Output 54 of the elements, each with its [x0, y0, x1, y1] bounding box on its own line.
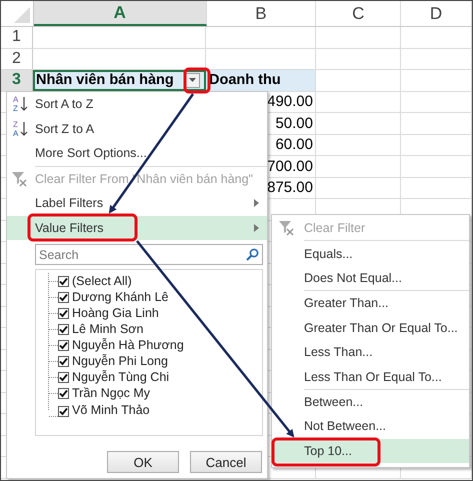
row-header[interactable]: 1: [1, 27, 33, 48]
menu-item[interactable]: Greater Than Or Equal To...: [272, 316, 469, 340]
menu-item[interactable]: Between...: [272, 390, 469, 414]
checkbox[interactable]: [58, 388, 69, 398]
table-cell-text: 700.00: [266, 158, 313, 175]
search-icon: [246, 248, 259, 261]
table-cell-text: 60.00: [274, 136, 313, 154]
menu-item[interactable]: Label Filters: [7, 191, 267, 216]
caret-icon: [189, 78, 196, 82]
table-cell-text: 875.00: [266, 179, 313, 196]
menu-item[interactable]: Less Than Or Equal To...: [272, 364, 469, 389]
checkbox[interactable]: [58, 372, 69, 382]
list-item-label[interactable]: Nguyễn Tùng Chi: [72, 370, 170, 384]
list-item-label[interactable]: Võ Minh Thảo: [72, 403, 150, 417]
checkbox[interactable]: [58, 292, 69, 302]
menu-item[interactable]: Less Than...: [272, 340, 469, 364]
ok-button[interactable]: OK: [107, 451, 179, 473]
row-header[interactable]: 3: [1, 70, 33, 90]
menu-item[interactable]: Does Not Equal...: [272, 266, 469, 290]
menu-item[interactable]: Value Filters: [7, 216, 267, 240]
column-header[interactable]: D: [401, 1, 472, 26]
list-item-label[interactable]: Lê Minh Sơn: [72, 322, 144, 336]
column-header[interactable]: B: [206, 1, 316, 26]
checkbox[interactable]: [58, 340, 69, 350]
row-header[interactable]: 2: [1, 48, 33, 69]
menu-item[interactable]: Greater Than...: [272, 291, 469, 316]
menu-item[interactable]: Z A Sort Z to A: [7, 116, 267, 141]
highlight-frame: [184, 68, 210, 94]
list-item-label[interactable]: Trần Ngọc My: [72, 386, 150, 400]
submenu-arrow-icon: [254, 199, 259, 208]
list-item-label[interactable]: Hoàng Gia Linh: [72, 306, 159, 320]
list-item-label[interactable]: Dương Khánh Lê: [72, 290, 168, 304]
menu-item[interactable]: Not Between...: [272, 414, 469, 439]
table-cell-text: 50.00: [274, 114, 313, 132]
menu-item[interactable]: Equals...: [272, 241, 469, 266]
table-cell-text: 490.00: [266, 93, 313, 110]
checkbox[interactable]: [58, 276, 69, 286]
column-header[interactable]: C: [316, 1, 402, 26]
list-item-label[interactable]: Nguyễn Hà Phương: [72, 338, 184, 352]
checkbox[interactable]: [58, 308, 69, 318]
column-header[interactable]: A: [34, 1, 207, 26]
checkbox[interactable]: [58, 324, 69, 334]
menu-item[interactable]: Top 10...: [272, 438, 469, 463]
menu-item[interactable]: More Sort Options...: [7, 141, 267, 166]
search-field[interactable]: Search: [35, 244, 263, 265]
table-cell-text: Nhân viên bán hàng: [35, 72, 174, 88]
checkbox[interactable]: [58, 356, 69, 366]
list-item-label[interactable]: (Select All): [72, 274, 132, 288]
table-cell-text: Doanh thu: [208, 72, 281, 88]
list-item-label[interactable]: Nguyễn Phi Long: [72, 354, 168, 368]
submenu-arrow-icon: [254, 224, 259, 232]
checkbox[interactable]: [58, 406, 69, 417]
menu-item[interactable]: A Z Sort A to Z: [7, 92, 267, 116]
cancel-button[interactable]: Cancel: [190, 451, 262, 473]
